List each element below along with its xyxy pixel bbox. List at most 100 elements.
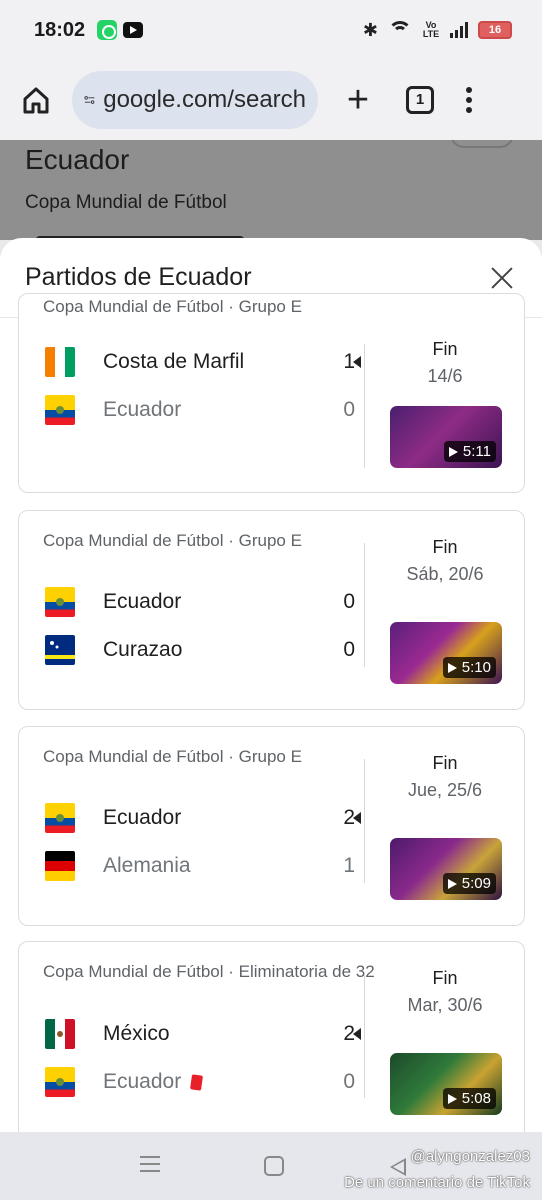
match-card[interactable]: Copa Mundial de Fútbol · Eliminatoria de… (18, 941, 525, 1132)
match-card[interactable]: Copa Mundial de Fútbol · Grupo E Ecuador… (18, 510, 525, 710)
video-duration: 5:09 (442, 873, 496, 894)
match-date: Jue, 25/6 (407, 780, 483, 800)
ecuador-flag-icon (45, 1067, 75, 1097)
home-button[interactable] (18, 82, 54, 118)
browser-toolbar: google.com/search + 1 (0, 60, 542, 140)
background-subtitle: Copa Mundial de Fútbol (25, 192, 227, 213)
germany-flag-icon (45, 851, 75, 881)
match-result: Fin (432, 537, 458, 557)
sheet-title: Partidos de Ecuador (25, 263, 252, 291)
background-page: Ecuador Copa Mundial de Fútbol (0, 140, 542, 240)
team-row: Curazao 0 (45, 633, 355, 667)
team-score: 0 (343, 398, 355, 421)
team-row: México 2 (45, 1017, 355, 1051)
ecuador-flag-icon (45, 395, 75, 425)
status-time: 18:02 (34, 18, 86, 41)
match-competition: Copa Mundial de Fútbol · Grupo E (43, 297, 302, 316)
team-name-text: Ecuador (103, 1070, 182, 1093)
match-status: Fin Jue, 25/6 (367, 753, 523, 801)
watermark-text: De un comentario de TikTok (344, 1174, 530, 1191)
match-status: Fin Sáb, 20/6 (367, 537, 523, 585)
volte-icon: Vo LTE (422, 20, 440, 39)
match-date: Mar, 30/6 (407, 995, 483, 1015)
team-score: 0 (343, 1070, 355, 1093)
match-result: Fin (432, 968, 458, 988)
civ-flag-icon (45, 347, 75, 377)
url-text: google.com/search (103, 86, 306, 113)
duration-text: 5:11 (462, 443, 491, 460)
home-icon (23, 87, 49, 114)
video-duration: 5:11 (443, 441, 496, 462)
card-divider (364, 543, 365, 667)
match-date: Sáb, 20/6 (406, 564, 484, 584)
youtube-icon (123, 22, 144, 38)
bluetooth-icon: ✱ (362, 19, 378, 40)
match-competition: Copa Mundial de Fútbol · Grupo E (43, 531, 302, 550)
play-icon (447, 1093, 457, 1104)
match-card[interactable]: Copa Mundial de Fútbol · Grupo E Costa d… (18, 293, 525, 493)
match-card[interactable]: Copa Mundial de Fútbol · Grupo E Ecuador… (18, 726, 525, 926)
ecuador-flag-icon (45, 587, 75, 617)
new-tab-button[interactable]: + (340, 81, 376, 119)
matches-sheet: Partidos de Ecuador Copa Mundial de Fútb… (0, 238, 542, 1132)
team-score: 0 (343, 638, 355, 661)
team-row: Alemania 1 (45, 849, 355, 883)
highlights-thumbnail[interactable]: 5:10 (390, 622, 502, 684)
match-competition: Copa Mundial de Fútbol · Grupo E (43, 747, 302, 766)
background-title: Ecuador (25, 144, 130, 175)
match-status: Fin Mar, 30/6 (367, 968, 523, 1016)
watermark-user: @alyngonzalez03 (410, 1148, 530, 1165)
play-icon (448, 446, 458, 457)
highlights-thumbnail[interactable]: 5:09 (390, 838, 502, 900)
match-competition: Copa Mundial de Fútbol · Eliminatoria de… (43, 962, 375, 981)
status-bar: 18:02 ✱ Vo LTE 16 (0, 0, 542, 60)
curacao-flag-icon (45, 635, 75, 665)
team-row: Ecuador 0 (45, 585, 355, 619)
duration-text: 5:08 (461, 1090, 491, 1107)
team-name: Ecuador (103, 1070, 204, 1094)
team-score: 1 (343, 854, 355, 877)
duration-text: 5:10 (461, 659, 491, 676)
recent-apps-button[interactable] (140, 1156, 160, 1172)
card-divider (364, 759, 365, 883)
card-divider (364, 974, 365, 1098)
team-row: Costa de Marfil 1 (45, 345, 355, 379)
team-name: México (103, 1022, 170, 1045)
notification-icons (97, 20, 144, 40)
red-card-icon (190, 1073, 204, 1091)
winner-arrow-icon (353, 356, 361, 368)
home-nav-button[interactable] (264, 1156, 284, 1176)
match-date: 14/6 (427, 366, 463, 386)
team-name: Ecuador (103, 398, 182, 421)
tab-switcher-button[interactable]: 1 (406, 86, 434, 114)
address-bar[interactable]: google.com/search (72, 71, 318, 129)
team-row: Ecuador 0 (45, 1065, 355, 1099)
play-icon (447, 878, 457, 889)
wifi-icon (388, 21, 412, 39)
match-result: Fin (432, 339, 458, 359)
battery-icon: 16 (478, 21, 512, 39)
team-name: Ecuador (103, 806, 182, 829)
more-menu-button[interactable] (464, 87, 474, 113)
site-settings-icon[interactable] (84, 89, 95, 111)
highlights-thumbnail[interactable]: 5:08 (390, 1053, 502, 1115)
whatsapp-icon (97, 20, 118, 40)
ecuador-flag-icon (45, 803, 75, 833)
team-score: 0 (343, 590, 355, 613)
team-name: Costa de Marfil (103, 350, 245, 373)
team-row: Ecuador 0 (45, 393, 355, 427)
video-duration: 5:10 (442, 657, 496, 678)
winner-arrow-icon (353, 812, 361, 824)
navigation-bar: @alyngonzalez03 De un comentario de TikT… (0, 1132, 542, 1200)
match-status: Fin 14/6 (367, 339, 523, 387)
team-name: Ecuador (103, 590, 182, 613)
system-icons: ✱ Vo LTE 16 (363, 20, 512, 41)
mexico-flag-icon (45, 1019, 75, 1049)
winner-arrow-icon (353, 1028, 361, 1040)
team-row: Ecuador 2 (45, 801, 355, 835)
team-name: Curazao (103, 638, 183, 661)
close-icon[interactable] (487, 263, 517, 293)
team-name: Alemania (103, 854, 191, 877)
highlights-thumbnail[interactable]: 5:11 (390, 406, 502, 468)
card-divider (364, 344, 365, 468)
